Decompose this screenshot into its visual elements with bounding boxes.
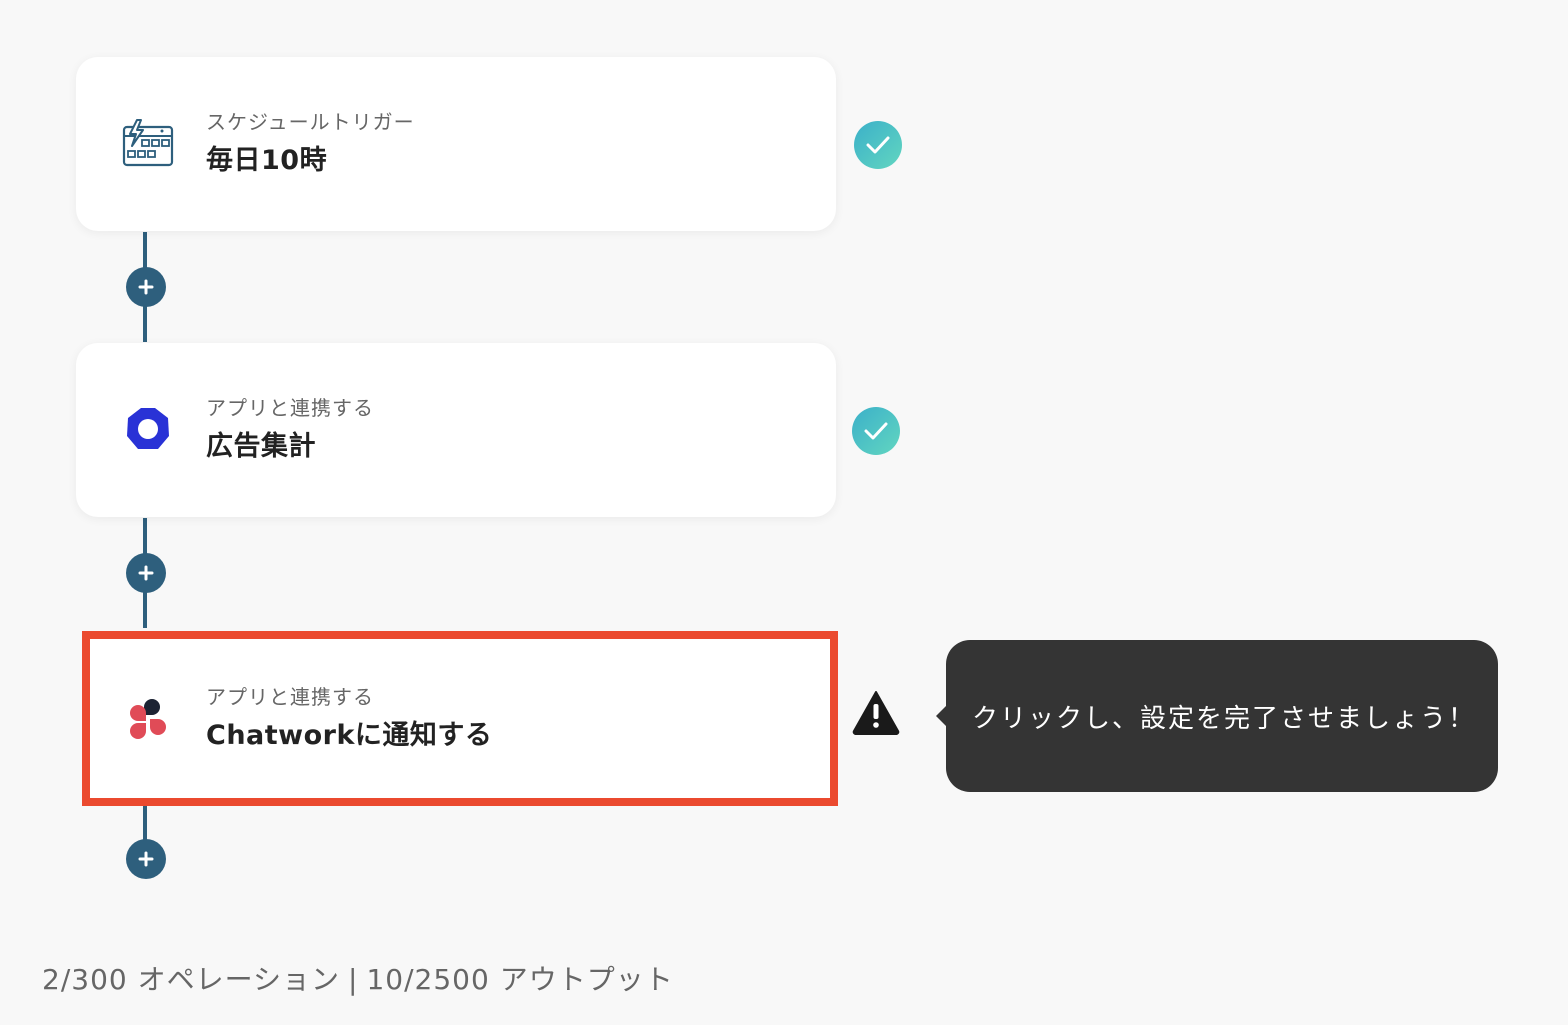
step-title: 毎日10時 [206, 145, 328, 176]
step-card-ad-aggregation[interactable]: アプリと連携する 広告集計 [76, 343, 836, 517]
ad-aggregation-app-icon [120, 401, 176, 457]
setup-hint-tooltip: クリックし、設定を完了させましょう！ [936, 640, 1498, 792]
footer-separator: | [348, 963, 359, 996]
step-title: Chatworkに通知する [206, 720, 493, 751]
plus-icon [138, 279, 154, 295]
step-caption: アプリと連携する [206, 685, 374, 709]
plus-icon [138, 851, 154, 867]
chatwork-logo-icon [120, 689, 176, 745]
step-caption: スケジュールトリガー [206, 110, 415, 134]
add-step-button[interactable] [126, 267, 166, 307]
step-card-text: スケジュールトリガー 毎日10時 [206, 107, 415, 179]
outputs-count: 10/2500 アウトプット [366, 963, 674, 996]
usage-footer: 2/300 オペレーション | 10/2500 アウトプット [42, 958, 674, 1002]
calendar-lightning-icon [120, 115, 176, 171]
complete-check-icon [854, 121, 902, 169]
add-step-button[interactable] [126, 553, 166, 593]
complete-check-icon [852, 407, 900, 455]
step-card-chatwork-notify[interactable]: アプリと連携する Chatworkに通知する [82, 631, 838, 806]
add-step-button[interactable] [126, 839, 166, 879]
step-card-text: アプリと連携する 広告集計 [206, 393, 374, 465]
tooltip-text: クリックし、設定を完了させましょう！ [972, 703, 1477, 734]
warning-icon [852, 691, 900, 735]
step-title: 広告集計 [206, 431, 316, 462]
operations-count: 2/300 オペレーション [42, 963, 341, 996]
step-card-text: アプリと連携する Chatworkに通知する [206, 682, 492, 754]
plus-icon [138, 565, 154, 581]
flow-canvas: スケジュールトリガー 毎日10時 アプリと連携する 広告集計 アプリと連携する … [0, 0, 1568, 1025]
step-card-schedule-trigger[interactable]: スケジュールトリガー 毎日10時 [76, 57, 836, 231]
step-caption: アプリと連携する [206, 396, 374, 420]
